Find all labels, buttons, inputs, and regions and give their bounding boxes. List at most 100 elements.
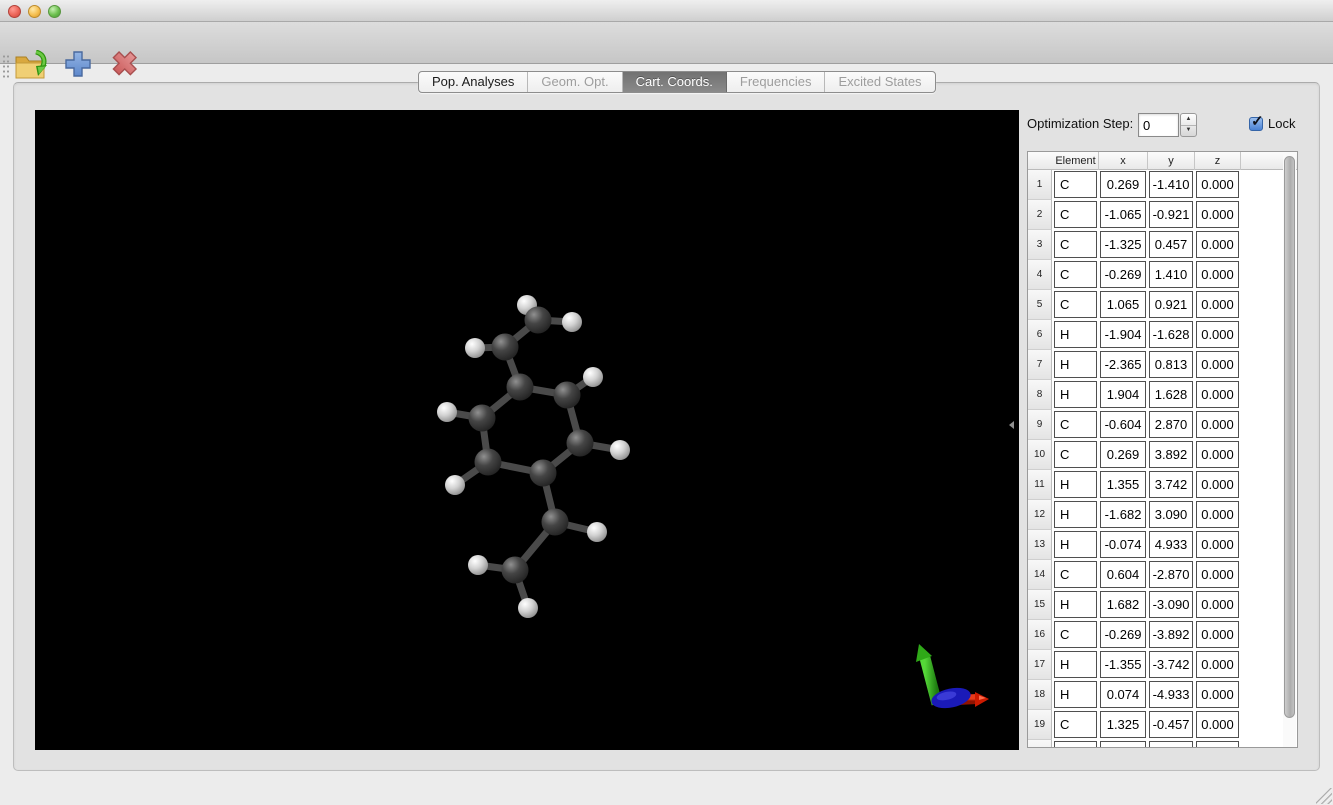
cell-z[interactable]: 0.000 <box>1196 621 1239 648</box>
column-header-element[interactable]: Element <box>1053 152 1099 170</box>
cell-y[interactable]: 3.090 <box>1149 501 1193 528</box>
cell-element[interactable]: C <box>1054 411 1097 438</box>
cell-z[interactable] <box>1196 741 1239 747</box>
cell-z[interactable]: 0.000 <box>1196 351 1239 378</box>
cell-y[interactable]: 4.933 <box>1149 531 1193 558</box>
cell-z[interactable]: 0.000 <box>1196 591 1239 618</box>
cell-x[interactable]: 0.074 <box>1100 681 1146 708</box>
cell-x[interactable]: -1.325 <box>1100 231 1146 258</box>
add-button[interactable] <box>61 50 95 78</box>
cell-x[interactable]: 0.269 <box>1100 171 1146 198</box>
cell-z[interactable]: 0.000 <box>1196 561 1239 588</box>
cell-z[interactable]: 0.000 <box>1196 651 1239 678</box>
close-button[interactable] <box>8 5 21 18</box>
cell-x[interactable]: -0.269 <box>1100 621 1146 648</box>
cell-z[interactable]: 0.000 <box>1196 291 1239 318</box>
cell-element[interactable]: C <box>1054 171 1097 198</box>
cell-element[interactable]: H <box>1054 501 1097 528</box>
cell-element[interactable]: H <box>1054 681 1097 708</box>
cell-element[interactable]: C <box>1054 711 1097 738</box>
cell-element[interactable]: C <box>1054 231 1097 258</box>
cell-x[interactable]: -1.682 <box>1100 501 1146 528</box>
cell-element[interactable]: H <box>1054 321 1097 348</box>
cell-z[interactable]: 0.000 <box>1196 711 1239 738</box>
toolbar-drag-handle[interactable] <box>2 54 9 80</box>
cell-element[interactable]: H <box>1054 471 1097 498</box>
cell-z[interactable]: 0.000 <box>1196 531 1239 558</box>
cell-y[interactable] <box>1149 741 1193 747</box>
table-scrollbar[interactable] <box>1283 153 1296 747</box>
cell-element[interactable]: H <box>1054 651 1097 678</box>
cell-element[interactable]: C <box>1054 441 1097 468</box>
cell-y[interactable]: -2.870 <box>1149 561 1193 588</box>
cell-z[interactable]: 0.000 <box>1196 381 1239 408</box>
cell-x[interactable]: 1.065 <box>1100 291 1146 318</box>
optimization-step-input[interactable] <box>1138 113 1179 137</box>
cell-element[interactable]: H <box>1054 351 1097 378</box>
cell-y[interactable]: 3.892 <box>1149 441 1193 468</box>
tab-cart-coords[interactable]: Cart. Coords. <box>622 72 727 92</box>
cell-z[interactable]: 0.000 <box>1196 201 1239 228</box>
cell-y[interactable]: -1.410 <box>1149 171 1193 198</box>
cell-z[interactable]: 0.000 <box>1196 501 1239 528</box>
cell-y[interactable]: -3.742 <box>1149 651 1193 678</box>
cell-z[interactable]: 0.000 <box>1196 471 1239 498</box>
cell-z[interactable]: 0.000 <box>1196 171 1239 198</box>
cell-element[interactable]: C <box>1054 621 1097 648</box>
cell-z[interactable]: 0.000 <box>1196 231 1239 258</box>
remove-button[interactable] <box>105 50 143 78</box>
cell-element[interactable]: C <box>1054 201 1097 228</box>
cell-element[interactable]: H <box>1054 381 1097 408</box>
cell-y[interactable]: -3.892 <box>1149 621 1193 648</box>
cell-y[interactable]: 2.870 <box>1149 411 1193 438</box>
cell-x[interactable]: -0.074 <box>1100 531 1146 558</box>
cell-y[interactable]: 1.410 <box>1149 261 1193 288</box>
cell-x[interactable]: -0.269 <box>1100 261 1146 288</box>
cell-y[interactable]: 3.742 <box>1149 471 1193 498</box>
column-header-y[interactable]: y <box>1148 152 1195 170</box>
resize-grip[interactable] <box>1316 788 1332 804</box>
cell-y[interactable]: 0.813 <box>1149 351 1193 378</box>
cell-y[interactable]: -0.921 <box>1149 201 1193 228</box>
cell-x[interactable]: 1.325 <box>1100 711 1146 738</box>
molecule-viewport[interactable] <box>35 110 1019 750</box>
cell-z[interactable]: 0.000 <box>1196 321 1239 348</box>
cell-y[interactable]: -1.628 <box>1149 321 1193 348</box>
cell-x[interactable]: 0.269 <box>1100 441 1146 468</box>
open-file-button[interactable] <box>14 50 50 82</box>
zoom-button[interactable] <box>48 5 61 18</box>
cell-x[interactable]: -1.904 <box>1100 321 1146 348</box>
column-header-x[interactable]: x <box>1099 152 1148 170</box>
cell-z[interactable]: 0.000 <box>1196 261 1239 288</box>
cell-element[interactable]: C <box>1054 291 1097 318</box>
cell-y[interactable]: -0.457 <box>1149 711 1193 738</box>
cell-x[interactable]: -0.604 <box>1100 411 1146 438</box>
cell-x[interactable]: -2.365 <box>1100 351 1146 378</box>
cell-x[interactable] <box>1100 741 1146 747</box>
cell-z[interactable]: 0.000 <box>1196 681 1239 708</box>
lock-checkbox[interactable]: ✓ <box>1249 113 1264 131</box>
minimize-button[interactable] <box>28 5 41 18</box>
step-up-button[interactable]: ▲ <box>1181 114 1196 126</box>
cell-element[interactable]: H <box>1054 591 1097 618</box>
cell-element[interactable] <box>1054 741 1097 747</box>
cell-z[interactable]: 0.000 <box>1196 441 1239 468</box>
cell-y[interactable]: 0.457 <box>1149 231 1193 258</box>
cell-y[interactable]: 0.921 <box>1149 291 1193 318</box>
splitter-collapse-arrow[interactable] <box>1009 421 1014 429</box>
cell-element[interactable]: H <box>1054 531 1097 558</box>
cell-x[interactable]: -1.355 <box>1100 651 1146 678</box>
cell-y[interactable]: -3.090 <box>1149 591 1193 618</box>
tab-pop-analyses[interactable]: Pop. Analyses <box>419 72 529 92</box>
cell-element[interactable]: C <box>1054 561 1097 588</box>
step-down-button[interactable]: ▼ <box>1181 126 1196 137</box>
cell-y[interactable]: 1.628 <box>1149 381 1193 408</box>
cell-x[interactable]: 1.904 <box>1100 381 1146 408</box>
scrollbar-thumb[interactable] <box>1284 156 1295 718</box>
cell-element[interactable]: C <box>1054 261 1097 288</box>
cell-z[interactable]: 0.000 <box>1196 411 1239 438</box>
cell-x[interactable]: 1.682 <box>1100 591 1146 618</box>
column-header-z[interactable]: z <box>1195 152 1241 170</box>
cell-y[interactable]: -4.933 <box>1149 681 1193 708</box>
cell-x[interactable]: 0.604 <box>1100 561 1146 588</box>
